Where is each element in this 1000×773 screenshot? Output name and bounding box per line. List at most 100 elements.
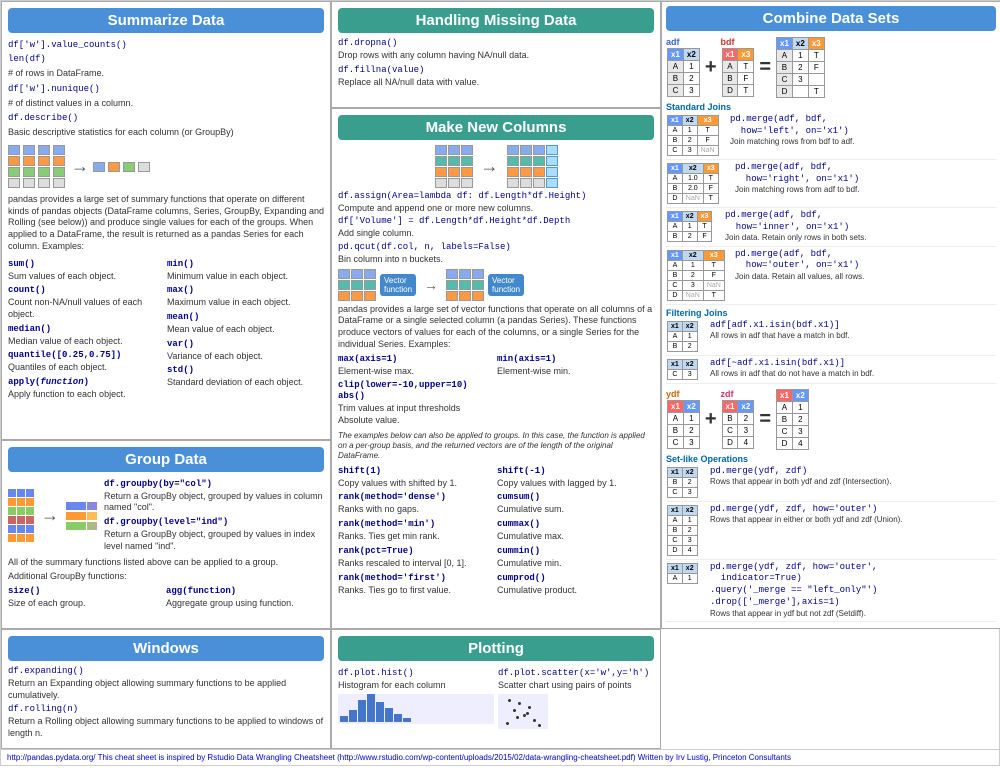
summarize-arrow: →: [71, 156, 89, 177]
right-join-table: x1x2x3 A1.0T B2.0F DNaNT: [667, 163, 719, 204]
result-table: x1x2x3 A1T B2F C3 DT: [776, 37, 825, 98]
vector-visual: Vectorfunction → Vectorfunction: [338, 269, 654, 301]
windows-section: Windows df.expanding() Return an Expandi…: [1, 629, 331, 749]
set-op-3: x1x2 A1 pd.merge(ydf, zdf, how='outer', …: [666, 562, 996, 622]
filter-join-2: x1x2 C3 adf[~adf.x1.isin(bdf.x1)] All ro…: [666, 358, 996, 384]
makenew-desc-2: Add single column.: [338, 228, 654, 240]
ydf-table: x1x2 A1 B2 C3: [667, 400, 700, 449]
left-join-table: x1x2x3 A1T B2F C3NaN: [667, 115, 719, 156]
group-bottom-text: All of the summary functions listed abov…: [8, 557, 324, 569]
agg-label: agg(function): [166, 586, 236, 596]
makenew-code-1: df.assign(Area=lambda df: df.Length*df.H…: [338, 191, 654, 201]
summarize-grid-after: [93, 162, 152, 172]
set-table-1: x1x2 B2 C3: [667, 467, 698, 498]
makenew-title: Make New Columns: [338, 115, 654, 140]
adf-table: x1x2 A1 B2 C3: [667, 48, 700, 97]
windows-code-1: df.expanding(): [8, 666, 324, 676]
histogram-area: df.plot.hist() Histogram for each column: [338, 666, 494, 731]
bdf-table: x1x3 AT BF DT: [722, 48, 755, 97]
windows-desc-2: Return a Rolling object allowing summary…: [8, 716, 324, 739]
size-desc: Size of each group.: [8, 598, 166, 610]
summarize-describe-desc: Basic descriptive statistics for each co…: [8, 127, 324, 139]
set-op-1: x1x2 B2 C3 pd.merge(ydf, zdf) Rows that …: [666, 466, 996, 502]
equals-icon-2: =: [759, 408, 771, 431]
combine-top-row: adf x1x2 A1 B2 C3 + bdf x1x3 AT BF DT =: [666, 36, 996, 99]
scatter-area: df.plot.scatter(x='w',y='h') Scatter cha…: [498, 666, 654, 731]
footer: http://pandas.pydata.org/ This cheat she…: [1, 749, 1000, 765]
group-visual-before: [8, 489, 34, 542]
footer-text: http://pandas.pydata.org/ This cheat she…: [7, 753, 791, 762]
missing-code-1: df.dropna(): [338, 38, 654, 48]
makenew-section: Make New Columns → df.assign(Area=lambda…: [331, 108, 661, 629]
vector-text: pandas provides a large set of vector fu…: [338, 304, 654, 351]
scatter-chart: [498, 694, 548, 729]
group-visual-after: [66, 502, 97, 530]
combine-bottom-row: ydf x1x2 A1 B2 C3 + zdf x1x2 B2 C3 D4 =: [666, 388, 996, 451]
makenew-visual: →: [338, 145, 654, 188]
size-label: size(): [8, 586, 40, 596]
plus-icon: +: [705, 56, 717, 79]
summarize-grid-before: [8, 145, 67, 188]
filtering-joins-label: Filtering Joins: [666, 308, 996, 318]
missing-section: Handling Missing Data df.dropna() Drop r…: [331, 1, 661, 108]
left-join-row: x1x2x3 A1T B2F C3NaN pd.merge(adf, bdf, …: [666, 114, 996, 160]
summarize-code-1: df['w'].value_counts(): [8, 40, 324, 50]
summarize-fn-left: sum() Sum values of each object. count()…: [8, 258, 165, 403]
makenew-code-2: df['Volume'] = df.Length*df.Height*df.De…: [338, 216, 654, 226]
group-extra-fns: size() Size of each group. agg(function)…: [8, 585, 324, 612]
result-table-2: x1x2 A1 B2 C3 D4: [776, 389, 809, 450]
inner-join-table: x1x2x3 A1T B2F: [667, 211, 712, 242]
adf-label: adf x1x2 A1 B2 C3: [666, 37, 701, 98]
missing-desc-2: Replace all NA/null data with value.: [338, 77, 654, 89]
plotting-title: Plotting: [338, 636, 654, 661]
standard-joins-label: Standard Joins: [666, 102, 996, 112]
makenew-desc-1: Compute and append one or more new colum…: [338, 203, 654, 215]
inner-join-row: x1x2x3 A1T B2F pd.merge(adf, bdf, how='i…: [666, 210, 996, 247]
summarize-summary-text: pandas provides a large set of summary f…: [8, 194, 324, 252]
shift-functions: shift(1) Copy values with shifted by 1. …: [338, 465, 654, 598]
summarize-functions: sum() Sum values of each object. count()…: [8, 258, 324, 403]
group-functions: df.groupby(by="col") Return a GroupBy ob…: [104, 477, 324, 555]
equals-icon: =: [759, 56, 771, 79]
summarize-code-4: df.describe(): [8, 113, 324, 123]
makenew-desc-3: Bin column into n buckets.: [338, 254, 654, 266]
summarize-len-desc: # of rows in DataFrame.: [8, 68, 324, 80]
group-arrow: →: [41, 505, 59, 526]
bdf-label: bdf x1x3 AT BF DT: [721, 37, 756, 98]
summarize-title: Summarize Data: [8, 8, 324, 33]
agg-desc: Aggregate group using function.: [166, 598, 324, 610]
summarize-code-3: df['w'].nunique(): [8, 84, 324, 94]
windows-code-2: df.rolling(n): [8, 704, 324, 714]
group-additional: Additional GroupBy functions:: [8, 571, 324, 583]
outer-join-table: x1x2x3 A1T B2F C3NaN DNaNT: [667, 250, 725, 301]
group-title: Group Data: [8, 447, 324, 472]
missing-code-2: df.fillna(value): [338, 65, 654, 75]
plotting-section: Plotting df.plot.hist() Histogram for ea…: [331, 629, 661, 749]
filter-table-1: x1x2 A1 B2: [667, 321, 698, 352]
outer-join-row: x1x2x3 A1T B2F C3NaN DNaNT pd.merge(adf,…: [666, 249, 996, 305]
combine-title: Combine Data Sets: [666, 6, 996, 31]
zdf-table: x1x2 B2 C3 D4: [722, 400, 755, 449]
combine-section: Combine Data Sets adf x1x2 A1 B2 C3 + bd…: [661, 1, 1000, 629]
windows-desc-1: Return an Expanding object allowing summ…: [8, 678, 324, 701]
set-ops-label: Set-like Operations: [666, 454, 996, 464]
summarize-nunique-desc: # of distinct values in a column.: [8, 98, 324, 110]
filter-table-2: x1x2 C3: [667, 359, 698, 380]
histogram-chart: [338, 694, 494, 724]
summarize-fn-right: min() Minimum value in each object. max(…: [167, 258, 324, 403]
plotting-content: df.plot.hist() Histogram for each column…: [338, 666, 654, 731]
makenew-code-3: pd.qcut(df.col, n, labels=False): [338, 242, 654, 252]
right-join-row: x1x2x3 A1.0T B2.0F DNaNT pd.merge(adf, b…: [666, 162, 996, 208]
filter-join-1: x1x2 A1 B2 adf[adf.x1.isin(bdf.x1)] All …: [666, 320, 996, 356]
summarize-section: Summarize Data df['w'].value_counts() le…: [1, 1, 331, 440]
set-op-2: x1x2 A1 B2 C3 D4 pd.merge(ydf, zdf, how=…: [666, 504, 996, 560]
plus-icon-2: +: [705, 408, 717, 431]
group-section: Group Data: [1, 440, 331, 629]
group-note: The examples below can also be applied t…: [338, 431, 654, 462]
set-table-2: x1x2 A1 B2 C3 D4: [667, 505, 698, 556]
set-table-3: x1x2 A1: [667, 563, 698, 584]
ydf-block: ydf x1x2 A1 B2 C3: [666, 389, 701, 450]
summarize-code-2: len(df): [8, 54, 324, 64]
missing-desc-1: Drop rows with any column having NA/null…: [338, 50, 654, 62]
missing-title: Handling Missing Data: [338, 8, 654, 33]
